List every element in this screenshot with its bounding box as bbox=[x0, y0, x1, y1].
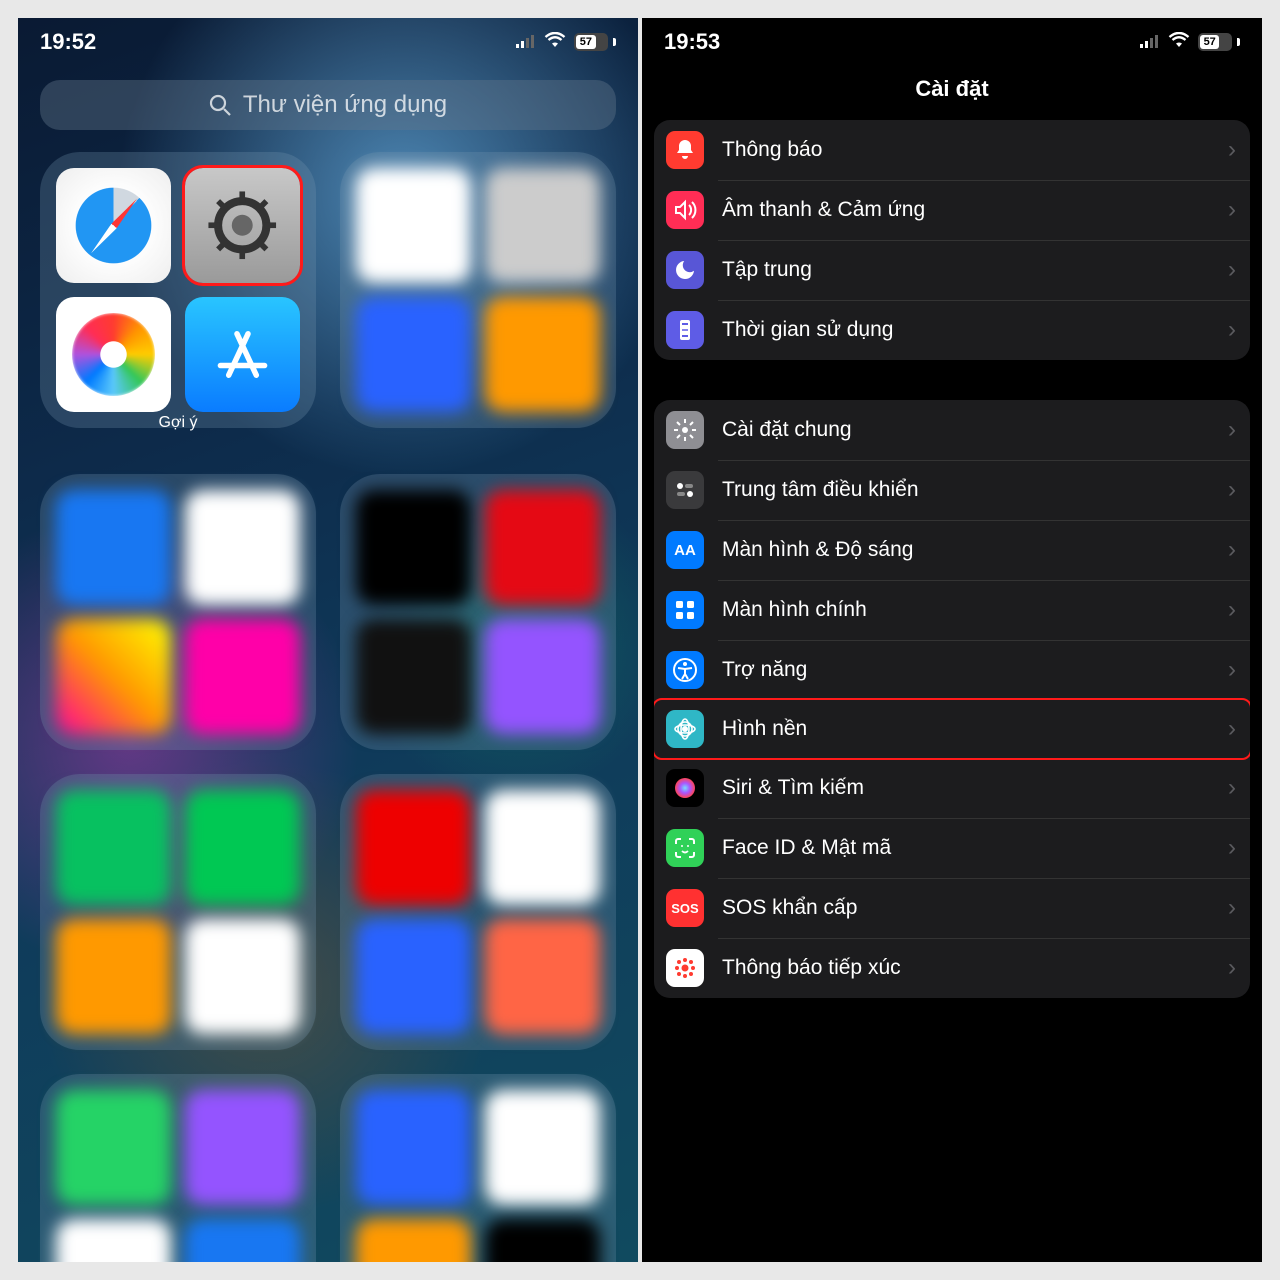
status-bar-right: 19:53 57 bbox=[642, 18, 1262, 66]
faceid-icon bbox=[666, 829, 704, 867]
chevron-right-icon: › bbox=[1228, 774, 1236, 802]
folder-blur-5[interactable] bbox=[340, 774, 616, 1050]
chevron-right-icon: › bbox=[1228, 476, 1236, 504]
chevron-right-icon: › bbox=[1228, 316, 1236, 344]
settings-label-sos: SOS khẩn cấp bbox=[722, 896, 1228, 920]
wallpaper-icon bbox=[666, 710, 704, 748]
settings-label-display: Màn hình & Độ sáng bbox=[722, 538, 1228, 562]
folder-label: Gợi ý bbox=[40, 414, 316, 432]
chevron-right-icon: › bbox=[1228, 715, 1236, 743]
settings-row-accessibility[interactable]: Trợ năng› bbox=[654, 640, 1250, 700]
clock-left: 19:52 bbox=[40, 29, 96, 55]
settings-label-faceid: Face ID & Mật mã bbox=[722, 836, 1228, 860]
display-icon: AA bbox=[666, 531, 704, 569]
settings-row-exposure[interactable]: Thông báo tiếp xúc› bbox=[654, 938, 1250, 998]
folder-blur-4[interactable] bbox=[40, 774, 316, 1050]
screentime-icon bbox=[666, 311, 704, 349]
chevron-right-icon: › bbox=[1228, 256, 1236, 284]
settings-row-notifications[interactable]: Thông báo› bbox=[654, 120, 1250, 180]
settings-row-focus[interactable]: Tập trung› bbox=[654, 240, 1250, 300]
settings-label-general: Cài đặt chung bbox=[722, 418, 1228, 442]
settings-screen: 19:53 57 Cài đặt Thông báo›Âm thanh & Cả… bbox=[642, 18, 1262, 1262]
exposure-icon bbox=[666, 949, 704, 987]
settings-row-general[interactable]: Cài đặt chung› bbox=[654, 400, 1250, 460]
app-safari[interactable] bbox=[56, 168, 171, 283]
wifi-icon bbox=[1168, 32, 1190, 53]
chevron-right-icon: › bbox=[1228, 136, 1236, 164]
wifi-icon bbox=[544, 32, 566, 53]
settings-label-sounds: Âm thanh & Cảm ứng bbox=[722, 198, 1228, 222]
page-title: Cài đặt bbox=[642, 76, 1262, 102]
chevron-right-icon: › bbox=[1228, 656, 1236, 684]
settings-row-sounds[interactable]: Âm thanh & Cảm ứng› bbox=[654, 180, 1250, 240]
general-icon bbox=[666, 411, 704, 449]
battery-indicator-left: 57 bbox=[574, 33, 616, 51]
accessibility-icon bbox=[666, 651, 704, 689]
chevron-right-icon: › bbox=[1228, 536, 1236, 564]
sounds-icon bbox=[666, 191, 704, 229]
settings-row-homescreen[interactable]: Màn hình chính› bbox=[654, 580, 1250, 640]
status-bar-left: 19:52 57 bbox=[18, 18, 638, 66]
settings-row-screentime[interactable]: Thời gian sử dụng› bbox=[654, 300, 1250, 360]
folder-blur-6[interactable] bbox=[40, 1074, 316, 1262]
settings-group-2: Cài đặt chung›Trung tâm điều khiển›AAMàn… bbox=[654, 400, 1250, 998]
chevron-right-icon: › bbox=[1228, 416, 1236, 444]
settings-label-exposure: Thông báo tiếp xúc bbox=[722, 956, 1228, 980]
search-placeholder: Thư viện ứng dụng bbox=[243, 91, 447, 119]
settings-label-siri: Siri & Tìm kiếm bbox=[722, 776, 1228, 800]
notifications-icon bbox=[666, 131, 704, 169]
chevron-right-icon: › bbox=[1228, 894, 1236, 922]
settings-label-accessibility: Trợ năng bbox=[722, 658, 1228, 682]
search-icon bbox=[209, 94, 231, 116]
homescreen-icon bbox=[666, 591, 704, 629]
cellular-icon bbox=[1140, 32, 1160, 53]
settings-row-wallpaper[interactable]: Hình nền› bbox=[654, 698, 1250, 760]
siri-icon bbox=[666, 769, 704, 807]
folder-suggestions[interactable] bbox=[40, 152, 316, 428]
app-library-screen: 19:52 57 Thư viện ứng dụng bbox=[18, 18, 638, 1262]
folder-blur-3[interactable] bbox=[340, 474, 616, 750]
folder-blur-2[interactable] bbox=[40, 474, 316, 750]
settings-row-sos[interactable]: SOS SOS khẩn cấp› bbox=[654, 878, 1250, 938]
app-settings[interactable] bbox=[185, 168, 300, 283]
settings-group-1: Thông báo›Âm thanh & Cảm ứng›Tập trung›T… bbox=[654, 120, 1250, 360]
chevron-right-icon: › bbox=[1228, 596, 1236, 624]
clock-right: 19:53 bbox=[664, 29, 720, 55]
settings-row-controlcenter[interactable]: Trung tâm điều khiển› bbox=[654, 460, 1250, 520]
settings-label-focus: Tập trung bbox=[722, 258, 1228, 282]
settings-row-siri[interactable]: Siri & Tìm kiếm› bbox=[654, 758, 1250, 818]
app-photos[interactable] bbox=[56, 297, 171, 412]
chevron-right-icon: › bbox=[1228, 954, 1236, 982]
focus-icon bbox=[666, 251, 704, 289]
sos-icon: SOS bbox=[666, 889, 704, 927]
controlcenter-icon bbox=[666, 471, 704, 509]
battery-indicator-right: 57 bbox=[1198, 33, 1240, 51]
settings-label-wallpaper: Hình nền bbox=[722, 717, 1228, 741]
cellular-icon bbox=[516, 32, 536, 53]
chevron-right-icon: › bbox=[1228, 196, 1236, 224]
settings-label-homescreen: Màn hình chính bbox=[722, 598, 1228, 622]
folder-blur-1[interactable] bbox=[340, 152, 616, 428]
chevron-right-icon: › bbox=[1228, 834, 1236, 862]
app-library-search[interactable]: Thư viện ứng dụng bbox=[40, 80, 616, 130]
app-appstore[interactable] bbox=[185, 297, 300, 412]
settings-label-screentime: Thời gian sử dụng bbox=[722, 318, 1228, 342]
settings-row-display[interactable]: AA Màn hình & Độ sáng› bbox=[654, 520, 1250, 580]
settings-row-faceid[interactable]: Face ID & Mật mã› bbox=[654, 818, 1250, 878]
settings-label-notifications: Thông báo bbox=[722, 138, 1228, 162]
settings-label-controlcenter: Trung tâm điều khiển bbox=[722, 478, 1228, 502]
folder-blur-7[interactable] bbox=[340, 1074, 616, 1262]
